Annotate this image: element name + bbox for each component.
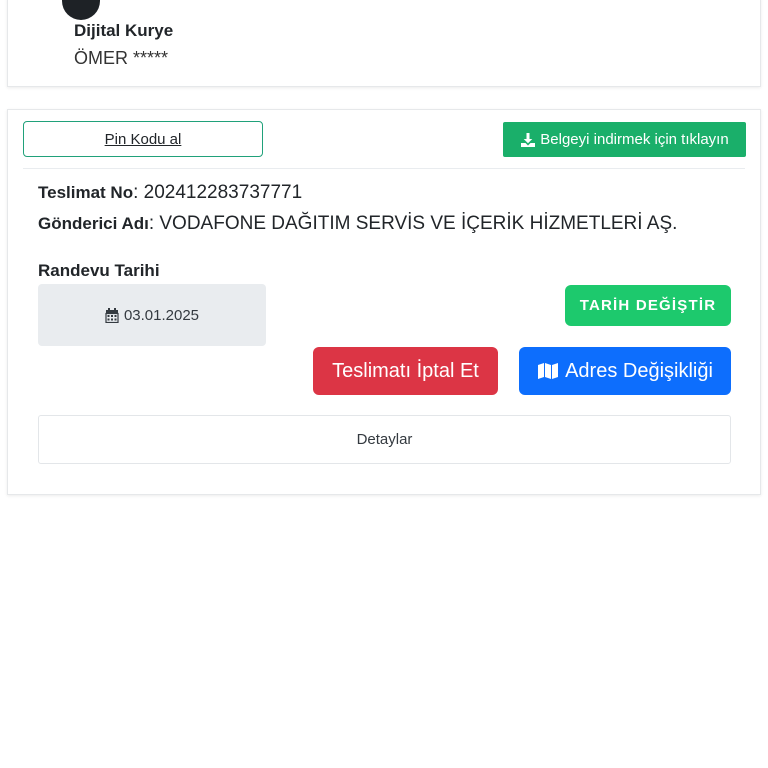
change-date-button[interactable]: TARİH DEĞİŞTİR [565, 285, 731, 326]
delivery-number-line: Teslimat No: 202412283737771 [38, 182, 302, 204]
delivery-number-value: : 202412283737771 [133, 182, 303, 203]
cancel-delivery-button[interactable]: Teslimatı İptal Et [313, 347, 498, 395]
download-document-button[interactable]: Belgeyi indirmek için tıklayın [503, 122, 746, 157]
appointment-date: 03.01.2025 [123, 306, 200, 324]
delivery-card: Pin Kodu al Belgeyi indirmek için tıklay… [7, 109, 761, 495]
pin-code-button[interactable]: Pin Kodu al [23, 121, 263, 157]
appointment-date-field[interactable]: 03.01.2025 [38, 284, 266, 346]
download-icon [520, 132, 536, 148]
address-change-button[interactable]: Adres Değişikliği [519, 347, 731, 395]
courier-name: ÖMER ***** [74, 48, 169, 68]
courier-role: Dijital Kurye [74, 21, 174, 40]
courier-card: Dijital Kurye ÖMER ***** [7, 0, 761, 87]
avatar [62, 0, 100, 20]
details-button[interactable]: Detaylar [38, 415, 731, 464]
sender-label: Gönderici Adı [38, 214, 149, 233]
divider [23, 168, 745, 169]
sender-value: : VODAFONE DAĞITIM SERVİS VE İÇERİK HİZM… [148, 213, 678, 234]
download-label: Belgeyi indirmek için tıklayın [540, 131, 729, 148]
calendar-icon [105, 307, 119, 323]
appointment-label: Randevu Tarihi [38, 261, 160, 280]
delivery-number-label: Teslimat No [38, 183, 134, 202]
sender-line: Gönderici Adı: VODAFONE DAĞITIM SERVİS V… [38, 213, 677, 235]
address-change-label: Adres Değişikliği [565, 359, 713, 382]
map-icon [537, 362, 559, 380]
